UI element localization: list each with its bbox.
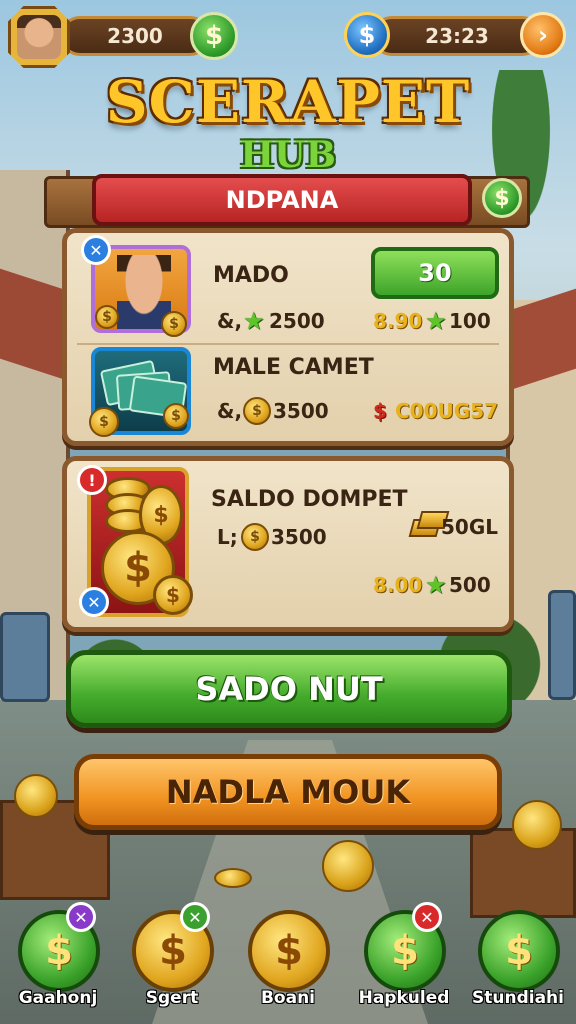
wallet-card: $ $ $ ! ✕ SALDO DOMPET L; $ 3500 50GL 8.… [62, 456, 514, 632]
item-title: MALE CAMET [213, 355, 374, 380]
avatar-face [17, 15, 61, 59]
add-coins-icon[interactable]: $ [190, 12, 238, 60]
nav-item-hapkuled[interactable]: $ ✕ Hapkuled [354, 902, 454, 1018]
panel-banner: NDPANA [92, 174, 472, 226]
item-cards-thumb: $ $ [89, 347, 191, 437]
timer-pill: 23:23 [372, 16, 542, 56]
close-badge-icon[interactable]: ✕ [66, 902, 96, 932]
trash-bin-right [548, 590, 576, 700]
logo-subtitle: HUB [240, 134, 336, 176]
divider [77, 343, 499, 345]
nav-item-sgert[interactable]: $ ✕ Sgert [122, 902, 222, 1018]
nav-item-stundiahi[interactable]: $ Stundiahi [468, 906, 568, 1018]
coin-icon: $ [243, 397, 271, 425]
buy-button[interactable]: 30 [371, 247, 499, 299]
nav-item-boani[interactable]: $ Boani [238, 906, 338, 1018]
shop-card: $ $ ✕ MADO &, ★ 2500 30 8.90 ★ 100 $ $ M… [62, 228, 514, 446]
item-price: C00UG57 [395, 399, 498, 423]
coin-icon: $ [241, 523, 269, 551]
gold-amount: 50GL [441, 515, 498, 539]
item-value: 2500 [269, 309, 325, 333]
close-badge-icon[interactable]: ✕ [79, 587, 109, 617]
top-bar: 2300 $ 23:23 $ › [0, 0, 576, 72]
banner-coin-icon[interactable]: $ [482, 178, 522, 218]
ground-coin [512, 800, 562, 850]
star-icon: ★ [243, 307, 265, 335]
wallet-star-price: 500 [449, 573, 491, 597]
wallet-value: 3500 [271, 525, 327, 549]
nav-label: Boani [260, 988, 316, 1008]
nav-label: Stundiahi [472, 988, 564, 1008]
star-icon: ★ [425, 307, 447, 335]
dollar-coin-icon: $ [478, 910, 560, 992]
coin-balance: 2300 [107, 24, 163, 48]
primary-action-button[interactable]: SADO NUT [66, 650, 512, 728]
coin-icon: $ [153, 575, 193, 615]
nav-label: Hapkuled [358, 988, 450, 1008]
ground-coin [14, 774, 58, 818]
item-value: 3500 [273, 399, 329, 423]
arrow-right-icon: › [538, 21, 548, 49]
item-price: 8.90 [373, 309, 423, 333]
coin-balance-pill: 2300 [60, 16, 210, 56]
star-icon: ★ [425, 571, 447, 599]
player-avatar[interactable] [8, 6, 70, 68]
ground-coin [214, 868, 252, 888]
coin-icon: $ [163, 403, 189, 429]
nav-label: Sgert [145, 988, 199, 1008]
item-value-prefix: &, [217, 309, 243, 333]
dollar-icon: $ [373, 399, 387, 423]
timer-text: 23:23 [425, 24, 489, 48]
close-badge-icon[interactable]: ✕ [81, 235, 111, 265]
ground-coin [322, 840, 374, 892]
coin-icon: $ [161, 311, 187, 337]
dollar-coin-icon: $ [248, 910, 330, 992]
trash-bin-left [0, 612, 50, 702]
close-badge-icon[interactable]: ✕ [412, 902, 442, 932]
item-value-prefix: &, [217, 399, 243, 423]
item-star-price: 100 [449, 309, 491, 333]
coin-icon: $ [89, 407, 119, 437]
next-arrow-button[interactable]: › [520, 12, 566, 58]
close-badge-icon[interactable]: ✕ [180, 902, 210, 932]
alert-badge-icon[interactable]: ! [77, 465, 107, 495]
logo-title: SCERAPET [105, 68, 471, 136]
wallet-price: 8.00 [373, 573, 423, 597]
nav-label: Gaahonj [18, 988, 98, 1008]
wallet-value-prefix: L; [217, 525, 238, 549]
nav-item-gaahonj[interactable]: $ ✕ Gaahonj [8, 902, 108, 1018]
item-title: MADO [213, 263, 289, 288]
gem-icon[interactable]: $ [344, 12, 390, 58]
secondary-action-button[interactable]: NADLA MOUK [74, 754, 502, 830]
wallet-title: SALDO DOMPET [211, 487, 408, 512]
coin-icon: $ [95, 305, 119, 329]
